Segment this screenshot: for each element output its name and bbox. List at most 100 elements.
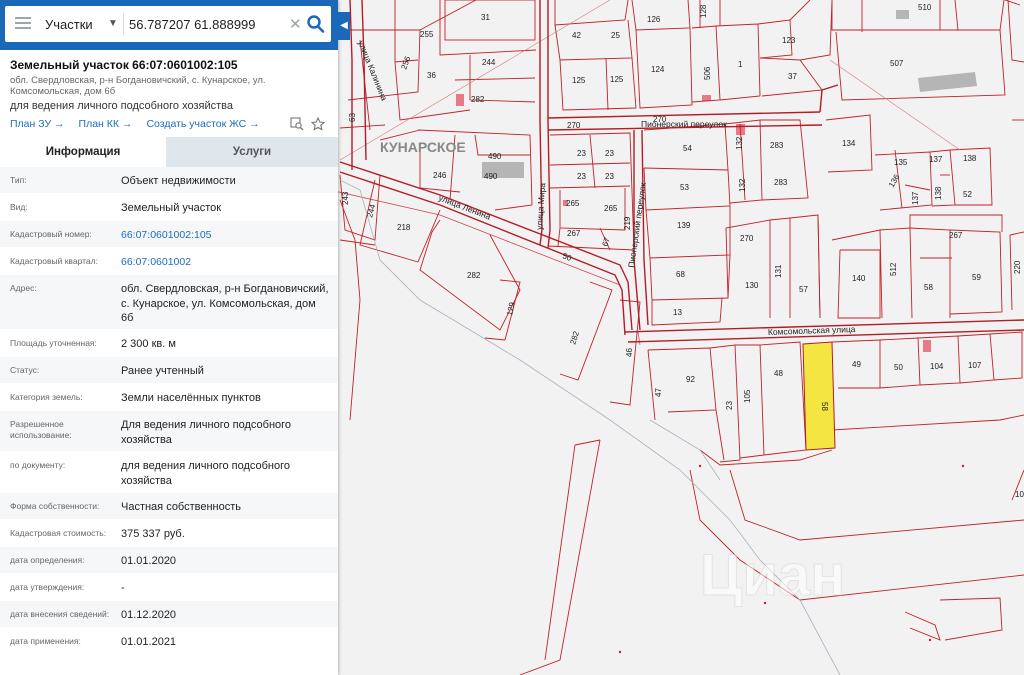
selected-parcel-105[interactable] (802, 341, 836, 451)
parcel-title: Земельный участок 66:07:0601002:105 (10, 58, 238, 72)
tab-services[interactable]: Услуги (166, 137, 338, 167)
info-panel: Участки ▼ ✕ Земельный участок 66:07:0601… (0, 0, 338, 675)
parcel-label: 283 (770, 141, 784, 150)
parcel-label: 92 (686, 375, 695, 384)
parcel-label: 23 (577, 149, 586, 158)
parcel-label: 137 (911, 191, 920, 205)
cadastral-map[interactable]: Циан КУНАРСКОЕ улица Калинина улица Лени… (338, 0, 1024, 675)
parcel-label: 13 (673, 308, 682, 317)
row-label: Форма собственности: (10, 501, 100, 511)
parcel-label: 53 (680, 183, 689, 192)
parcel-address: обл. Свердловская, р-н Богдановичский, с… (10, 75, 266, 97)
parcel-label: 490 (488, 152, 502, 161)
parcel-label: 138 (934, 186, 943, 200)
parcel-label: 49 (852, 360, 861, 369)
watermark: Циан (700, 543, 845, 608)
search-input[interactable] (129, 14, 289, 34)
parcel-label: 1 (738, 60, 743, 69)
divider (123, 13, 124, 35)
parcel-label: 25 (611, 31, 620, 40)
parcel-label: 265 (566, 199, 580, 208)
parcel-label: 57 (799, 285, 808, 294)
search-icon[interactable] (305, 12, 327, 36)
action-links: План ЗУ → План КК → Создать участок ЖС → (10, 118, 274, 130)
parcel-label: 68 (676, 270, 685, 279)
row-value: 2 300 кв. м (121, 338, 176, 350)
row-value: Земли населённых пунктов (121, 392, 261, 404)
cadastral-number-link[interactable]: 66:07:0601002:105 (121, 228, 331, 243)
row-value: - (121, 582, 125, 594)
table-row: Кадастровая стоимость: 375 337 руб. (0, 520, 338, 547)
zoom-to-icon[interactable] (290, 117, 304, 131)
parcel-label: 218 (397, 223, 411, 232)
parcel-label: 267 (949, 231, 963, 240)
parcel-label: 220 (1013, 260, 1022, 274)
parcel-label: 506 (703, 66, 712, 80)
parcel-label: 131 (774, 264, 783, 278)
parcel-label: 137 (929, 155, 943, 164)
row-value: обл. Свердловская, р-н Богдановичский, с… (121, 283, 329, 324)
table-row: дата внесения сведений: 01.12.2020 (0, 601, 338, 628)
parcel-label: 282 (471, 95, 485, 104)
search-box: Участки ▼ ✕ (5, 6, 331, 42)
parcel-label: 107 (968, 361, 982, 370)
parcel-label: 52 (963, 190, 972, 199)
plan-kk-link[interactable]: План КК → (79, 118, 133, 130)
parcel-label: 140 (852, 274, 866, 283)
row-value: 375 337 руб. (121, 528, 185, 540)
chevron-down-icon[interactable]: ▼ (108, 18, 118, 29)
parcel-label: 108 (1015, 490, 1024, 499)
parcel-label: 125 (610, 75, 624, 84)
create-parcel-link[interactable]: Создать участок ЖС → (146, 118, 259, 130)
parcel-label: 270 (653, 115, 667, 124)
parcel-label: 104 (930, 362, 944, 371)
table-row: Категория земель: Земли населённых пункто… (0, 384, 338, 411)
parcel-label: 128 (699, 4, 708, 18)
row-label: Кадастровый квартал: (10, 256, 98, 266)
table-row: Статус: Ранее учтенный (0, 357, 338, 384)
parcel-label: 59 (972, 273, 981, 282)
table-row: Кадастровый квартал: 66:07:0601002 (0, 248, 338, 275)
parcel-label: 270 (740, 234, 754, 243)
row-label: Статус: (10, 365, 40, 375)
star-icon[interactable] (311, 117, 325, 131)
row-label: Категория земель: (10, 392, 83, 402)
plan-zu-link[interactable]: План ЗУ → (10, 118, 65, 130)
menu-icon[interactable] (15, 17, 31, 31)
tab-info[interactable]: Информация (0, 137, 166, 167)
table-row: Площадь уточненная: 2 300 кв. м (0, 330, 338, 357)
row-label: Адрес: (10, 283, 37, 293)
map-canvas[interactable]: Циан КУНАРСКОЕ улица Калинина улица Лени… (338, 0, 1024, 675)
row-label: дата определения: (10, 555, 85, 565)
parcel-label: 23 (725, 401, 734, 410)
table-row: дата определения: 01.01.2020 (0, 547, 338, 574)
row-label: Тип: (10, 175, 27, 185)
table-row: Разрешенное использование: Для ведения ли… (0, 411, 338, 452)
parcel-label: 270 (567, 121, 581, 130)
clear-icon[interactable]: ✕ (289, 15, 302, 33)
cadastral-quarter-link[interactable]: 66:07:0601002 (121, 255, 331, 270)
row-label: Кадастровый номер: (10, 229, 92, 239)
row-value: для ведения личного подсобного хозяйства (121, 460, 291, 487)
parcel-label: 63 (348, 113, 357, 122)
search-type-select[interactable]: Участки (45, 17, 93, 32)
parcel-label: 132 (735, 136, 744, 150)
parcel-label: 46 (625, 348, 634, 357)
row-value: 01.01.2021 (121, 636, 177, 648)
search-bar: Участки ▼ ✕ (0, 0, 338, 50)
parcel-label: 283 (774, 178, 788, 187)
parcel-label: 267 (567, 229, 581, 238)
parcel-purpose: для ведения личного подсобного хозяйства (10, 100, 233, 112)
parcel-label: 255 (420, 30, 434, 39)
row-value: Земельный участок (121, 202, 222, 214)
parcel-label: 244 (482, 58, 496, 67)
parcel-label: 124 (651, 65, 665, 74)
parcel-label: 123 (782, 36, 796, 45)
parcel-label: 134 (842, 139, 856, 148)
row-label: дата применения: (10, 636, 81, 646)
selected-parcel-label: 58 (820, 402, 829, 411)
collapse-panel-button[interactable]: ◀ (338, 12, 350, 40)
parcel-label: 490 (484, 172, 498, 181)
row-label: Кадастровая стоимость: (10, 528, 107, 538)
parcel-label: 130 (745, 281, 759, 290)
